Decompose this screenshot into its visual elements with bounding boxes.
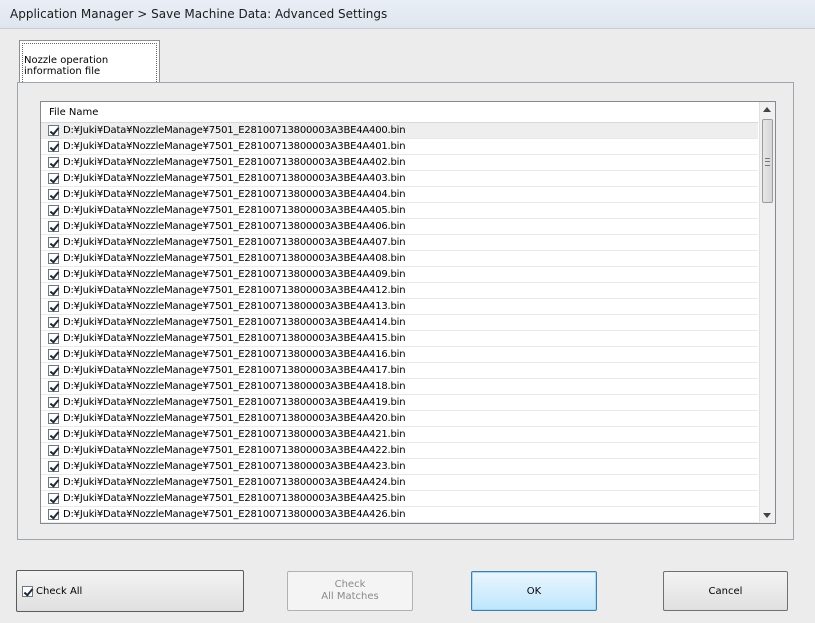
list-item[interactable]: D:¥Juki¥Data¥NozzleManage¥7501_E28100713… [41, 363, 758, 379]
file-name-text: D:¥Juki¥Data¥NozzleManage¥7501_E28100713… [63, 157, 406, 168]
list-item[interactable]: D:¥Juki¥Data¥NozzleManage¥7501_E28100713… [41, 187, 758, 203]
list-item[interactable]: D:¥Juki¥Data¥NozzleManage¥7501_E28100713… [41, 155, 758, 171]
row-checkbox[interactable] [48, 349, 59, 360]
scroll-up-arrow-icon[interactable] [763, 107, 771, 112]
cancel-label: Cancel [708, 585, 743, 597]
check-all-matches-label: Check All Matches [321, 579, 379, 602]
list-item[interactable]: D:¥Juki¥Data¥NozzleManage¥7501_E28100713… [41, 315, 758, 331]
list-item[interactable]: D:¥Juki¥Data¥NozzleManage¥7501_E28100713… [41, 171, 758, 187]
list-item[interactable]: D:¥Juki¥Data¥NozzleManage¥7501_E28100713… [41, 267, 758, 283]
file-name-text: D:¥Juki¥Data¥NozzleManage¥7501_E28100713… [63, 301, 406, 312]
tab-label: Nozzle operation information file [24, 55, 109, 77]
row-checkbox[interactable] [48, 189, 59, 200]
list-item[interactable]: D:¥Juki¥Data¥NozzleManage¥7501_E28100713… [41, 411, 758, 427]
file-list-rows: D:¥Juki¥Data¥NozzleManage¥7501_E28100713… [41, 123, 758, 523]
list-item[interactable]: D:¥Juki¥Data¥NozzleManage¥7501_E28100713… [41, 443, 758, 459]
tab-nozzle-operation-information-file[interactable]: Nozzle operation information file [19, 40, 160, 82]
title-bar: Application Manager > Save Machine Data:… [0, 0, 815, 29]
check-all-matches-button[interactable]: Check All Matches [287, 571, 413, 611]
list-item[interactable]: D:¥Juki¥Data¥NozzleManage¥7501_E28100713… [41, 139, 758, 155]
check-all-label: Check All [36, 585, 83, 597]
list-item[interactable]: D:¥Juki¥Data¥NozzleManage¥7501_E28100713… [41, 459, 758, 475]
scroll-thumb[interactable] [762, 119, 773, 203]
row-checkbox[interactable] [48, 429, 59, 440]
row-checkbox[interactable] [48, 317, 59, 328]
list-item[interactable]: D:¥Juki¥Data¥NozzleManage¥7501_E28100713… [41, 507, 758, 523]
list-item[interactable]: D:¥Juki¥Data¥NozzleManage¥7501_E28100713… [41, 251, 758, 267]
row-checkbox[interactable] [48, 125, 59, 136]
file-name-text: D:¥Juki¥Data¥NozzleManage¥7501_E28100713… [63, 413, 406, 424]
row-checkbox[interactable] [48, 477, 59, 488]
list-item[interactable]: D:¥Juki¥Data¥NozzleManage¥7501_E28100713… [41, 283, 758, 299]
file-name-text: D:¥Juki¥Data¥NozzleManage¥7501_E28100713… [63, 397, 406, 408]
file-name-text: D:¥Juki¥Data¥NozzleManage¥7501_E28100713… [63, 365, 406, 376]
list-item[interactable]: D:¥Juki¥Data¥NozzleManage¥7501_E28100713… [41, 235, 758, 251]
row-checkbox[interactable] [48, 141, 59, 152]
file-name-text: D:¥Juki¥Data¥NozzleManage¥7501_E28100713… [63, 477, 406, 488]
row-checkbox[interactable] [48, 445, 59, 456]
row-checkbox[interactable] [48, 493, 59, 504]
list-item[interactable]: D:¥Juki¥Data¥NozzleManage¥7501_E28100713… [41, 427, 758, 443]
row-checkbox[interactable] [48, 381, 59, 392]
row-checkbox[interactable] [48, 157, 59, 168]
column-header-file-name[interactable]: File Name [41, 102, 758, 123]
file-name-text: D:¥Juki¥Data¥NozzleManage¥7501_E28100713… [63, 141, 406, 152]
row-checkbox[interactable] [48, 173, 59, 184]
check-all-checkbox[interactable]: Check All [16, 570, 244, 612]
file-name-text: D:¥Juki¥Data¥NozzleManage¥7501_E28100713… [63, 221, 406, 232]
file-name-text: D:¥Juki¥Data¥NozzleManage¥7501_E28100713… [63, 349, 406, 360]
file-name-text: D:¥Juki¥Data¥NozzleManage¥7501_E28100713… [63, 509, 406, 520]
list-item[interactable]: D:¥Juki¥Data¥NozzleManage¥7501_E28100713… [41, 347, 758, 363]
file-name-text: D:¥Juki¥Data¥NozzleManage¥7501_E28100713… [63, 445, 406, 456]
row-checkbox[interactable] [48, 221, 59, 232]
row-checkbox[interactable] [48, 365, 59, 376]
grip-icon [765, 158, 770, 166]
row-checkbox[interactable] [48, 285, 59, 296]
row-checkbox[interactable] [48, 269, 59, 280]
file-name-text: D:¥Juki¥Data¥NozzleManage¥7501_E28100713… [63, 285, 406, 296]
file-name-text: D:¥Juki¥Data¥NozzleManage¥7501_E28100713… [63, 189, 406, 200]
column-header-label: File Name [49, 107, 99, 118]
list-item[interactable]: D:¥Juki¥Data¥NozzleManage¥7501_E28100713… [41, 123, 758, 139]
vertical-scrollbar[interactable] [759, 102, 775, 523]
check-all-checkbox-box[interactable] [22, 585, 33, 597]
row-checkbox[interactable] [48, 253, 59, 264]
file-name-text: D:¥Juki¥Data¥NozzleManage¥7501_E28100713… [63, 173, 406, 184]
file-list[interactable]: File Name D:¥Juki¥Data¥NozzleManage¥7501… [40, 101, 776, 524]
row-checkbox[interactable] [48, 461, 59, 472]
list-item[interactable]: D:¥Juki¥Data¥NozzleManage¥7501_E28100713… [41, 299, 758, 315]
row-checkbox[interactable] [48, 397, 59, 408]
list-item[interactable]: D:¥Juki¥Data¥NozzleManage¥7501_E28100713… [41, 331, 758, 347]
list-item[interactable]: D:¥Juki¥Data¥NozzleManage¥7501_E28100713… [41, 219, 758, 235]
row-checkbox[interactable] [48, 333, 59, 344]
file-name-text: D:¥Juki¥Data¥NozzleManage¥7501_E28100713… [63, 429, 406, 440]
row-checkbox[interactable] [48, 413, 59, 424]
row-checkbox[interactable] [48, 509, 59, 520]
file-name-text: D:¥Juki¥Data¥NozzleManage¥7501_E28100713… [63, 317, 406, 328]
file-name-text: D:¥Juki¥Data¥NozzleManage¥7501_E28100713… [63, 205, 406, 216]
cancel-button[interactable]: Cancel [663, 571, 788, 611]
file-name-text: D:¥Juki¥Data¥NozzleManage¥7501_E28100713… [63, 461, 406, 472]
ok-button[interactable]: OK [471, 571, 597, 611]
list-item[interactable]: D:¥Juki¥Data¥NozzleManage¥7501_E28100713… [41, 203, 758, 219]
list-item[interactable]: D:¥Juki¥Data¥NozzleManage¥7501_E28100713… [41, 475, 758, 491]
list-item[interactable]: D:¥Juki¥Data¥NozzleManage¥7501_E28100713… [41, 395, 758, 411]
list-item[interactable]: D:¥Juki¥Data¥NozzleManage¥7501_E28100713… [41, 379, 758, 395]
file-name-text: D:¥Juki¥Data¥NozzleManage¥7501_E28100713… [63, 333, 406, 344]
row-checkbox[interactable] [48, 301, 59, 312]
file-name-text: D:¥Juki¥Data¥NozzleManage¥7501_E28100713… [63, 125, 406, 136]
row-checkbox[interactable] [48, 237, 59, 248]
file-name-text: D:¥Juki¥Data¥NozzleManage¥7501_E28100713… [63, 269, 406, 280]
ok-label: OK [526, 585, 542, 597]
scroll-down-arrow-icon[interactable] [763, 513, 771, 518]
window-title: Application Manager > Save Machine Data:… [10, 7, 388, 21]
file-name-text: D:¥Juki¥Data¥NozzleManage¥7501_E28100713… [63, 237, 406, 248]
file-name-text: D:¥Juki¥Data¥NozzleManage¥7501_E28100713… [63, 253, 406, 264]
file-name-text: D:¥Juki¥Data¥NozzleManage¥7501_E28100713… [63, 493, 406, 504]
list-item[interactable]: D:¥Juki¥Data¥NozzleManage¥7501_E28100713… [41, 491, 758, 507]
file-name-text: D:¥Juki¥Data¥NozzleManage¥7501_E28100713… [63, 381, 406, 392]
row-checkbox[interactable] [48, 205, 59, 216]
